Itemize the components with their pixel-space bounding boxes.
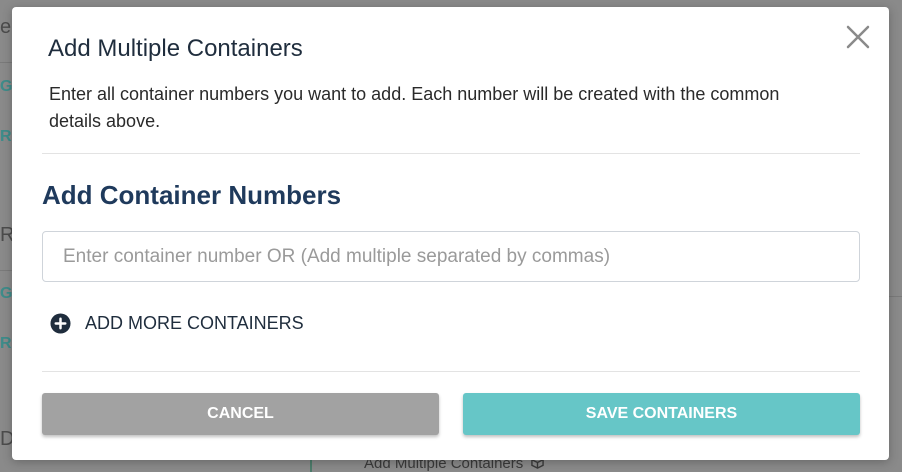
add-more-containers-button[interactable]: ADD MORE CONTAINERS [50, 313, 304, 334]
save-containers-button[interactable]: SAVE CONTAINERS [463, 393, 860, 435]
background-divider [0, 62, 12, 63]
cancel-button[interactable]: CANCEL [42, 393, 439, 435]
dialog-description: Enter all container numbers you want to … [49, 84, 780, 131]
divider [42, 371, 860, 372]
container-number-input[interactable] [42, 231, 860, 282]
add-more-containers-label: ADD MORE CONTAINERS [85, 313, 304, 333]
dialog-title: Add Multiple Containers [48, 35, 303, 62]
background-text: G [0, 78, 13, 95]
section-title: Add Container Numbers [42, 180, 342, 210]
background-text: R [0, 128, 12, 145]
background-divider [310, 460, 312, 472]
background-text: R [0, 335, 12, 352]
close-button[interactable] [842, 21, 874, 53]
background-divider [889, 296, 902, 297]
plus-circle-icon [50, 313, 71, 334]
add-multiple-containers-dialog: Add Multiple Containers Enter all contai… [12, 7, 889, 460]
divider [42, 153, 860, 154]
background-divider [0, 270, 12, 271]
close-icon [846, 25, 870, 49]
background-text: G [0, 285, 13, 302]
